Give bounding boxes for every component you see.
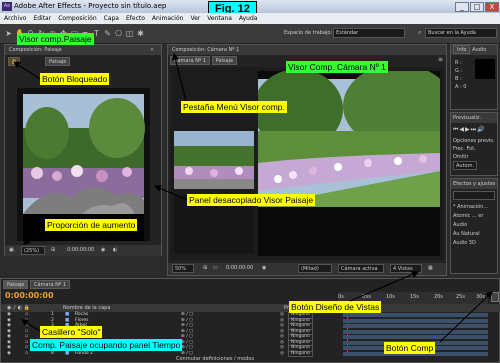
arrow-solo: [20, 319, 41, 332]
callout-arrows: [12, 52, 493, 343]
arrow-layout: [349, 271, 420, 302]
arrow-comp: [439, 291, 493, 343]
arrow-menu-tab: [171, 52, 187, 102]
arrow-panel: [153, 185, 188, 201]
arrow-zoom: [23, 226, 46, 245]
arrow-lock: [12, 61, 41, 80]
